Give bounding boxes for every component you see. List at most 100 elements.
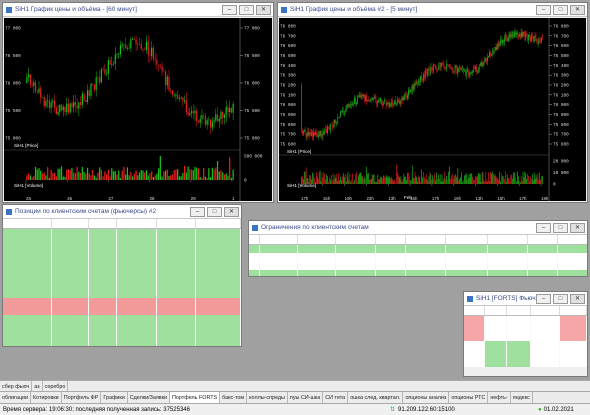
close-button[interactable]: ✕ <box>570 222 585 233</box>
order-book-cell[interactable] <box>559 349 587 359</box>
table-row[interactable] <box>3 323 241 333</box>
column-header[interactable] <box>405 235 446 245</box>
limits-window[interactable]: Ограничения по клиентским счетам – □ ✕ <box>248 220 588 277</box>
close-button[interactable]: ✕ <box>570 4 585 15</box>
order-book-cell[interactable] <box>484 315 508 324</box>
price-chart[interactable]: 77 000 77 000 76 500 76 500 76 000 76 000 75 5… <box>4 18 272 201</box>
workspace-tab[interactable]: Котировки <box>31 392 62 403</box>
order-book-cell[interactable] <box>559 323 587 333</box>
table-row[interactable] <box>3 245 241 255</box>
title-bar[interactable]: SiH1 График цены и объёма #2 - [5 минут]… <box>278 3 587 17</box>
order-book-cell[interactable] <box>464 315 485 324</box>
column-header[interactable] <box>195 219 241 229</box>
order-book-row[interactable] <box>464 323 587 333</box>
column-header[interactable] <box>51 219 90 229</box>
workspace-tab[interactable]: опционы РТС <box>449 392 489 403</box>
minimize-button[interactable]: – <box>222 4 237 15</box>
order-book-cell[interactable] <box>506 332 532 342</box>
order-book-cell[interactable] <box>530 315 560 324</box>
order-book-cell[interactable] <box>506 358 532 368</box>
workspace-tab[interactable]: коллы-спреды <box>247 392 288 403</box>
column-header[interactable] <box>464 306 485 316</box>
maximize-button[interactable]: □ <box>207 206 222 217</box>
column-header[interactable] <box>259 235 298 245</box>
order-book-row[interactable] <box>464 332 587 342</box>
chart-window-5min[interactable]: SiH1 График цены и объёма #2 - [5 минут]… <box>277 2 588 203</box>
column-header[interactable] <box>297 235 336 245</box>
workspace-tab[interactable]: Портфель ФР <box>62 392 102 403</box>
order-book-cell[interactable] <box>559 315 587 324</box>
table-row[interactable] <box>249 252 587 262</box>
table-row[interactable] <box>3 280 241 289</box>
workspace-tab[interactable]: пуы СИ-шка <box>288 392 324 403</box>
workspace-tab[interactable]: ошка след. квартал. <box>348 392 404 403</box>
order-book-cell[interactable] <box>464 358 485 368</box>
order-book-cell[interactable] <box>464 349 485 359</box>
close-button[interactable]: ✕ <box>570 293 585 304</box>
order-book-cell[interactable] <box>530 358 560 368</box>
maximize-button[interactable]: □ <box>553 222 568 233</box>
title-bar[interactable]: Позиции по клиентским счетам (фьючерсы) … <box>3 205 241 219</box>
table-row[interactable] <box>3 262 241 272</box>
workspace-tab[interactable]: яндекс <box>511 392 533 403</box>
title-bar[interactable]: Ограничения по клиентским счетам – □ ✕ <box>249 221 587 235</box>
order-book-cell[interactable] <box>484 358 508 368</box>
table-row[interactable] <box>3 236 241 246</box>
order-book-row[interactable] <box>464 315 587 324</box>
workspace-tab[interactable]: бакс-том <box>220 392 248 403</box>
positions-window[interactable]: Позиции по клиентским счетам (фьючерсы) … <box>2 204 242 347</box>
table-row[interactable] <box>249 261 587 271</box>
column-header[interactable] <box>88 219 118 229</box>
workspace-tab[interactable]: СИ тета <box>323 392 349 403</box>
table-row[interactable] <box>249 244 587 253</box>
table-row[interactable] <box>3 306 241 315</box>
order-book-table[interactable] <box>464 306 587 368</box>
order-book-cell[interactable] <box>464 332 485 342</box>
column-header[interactable] <box>527 235 558 245</box>
column-header[interactable] <box>487 235 528 245</box>
order-book-cell[interactable] <box>464 323 485 333</box>
title-bar[interactable]: SiH1 [FORTS] Фьюч... – □ ✕ <box>464 292 587 306</box>
column-header[interactable] <box>530 306 560 316</box>
order-book-cell[interactable] <box>484 349 508 359</box>
workspace-tab[interactable]: нефть- <box>488 392 511 403</box>
workspace-tab[interactable]: Портфель FORTS <box>170 392 221 403</box>
minimize-button[interactable]: – <box>536 222 551 233</box>
quotes-window[interactable]: SiH1 [FORTS] Фьюч... – □ ✕ <box>463 291 588 377</box>
table-row[interactable] <box>3 288 241 298</box>
table-row[interactable] <box>3 228 241 237</box>
workspace-tab[interactable]: Сделки/Заявки <box>128 392 171 403</box>
column-header[interactable] <box>3 219 52 229</box>
table-row[interactable] <box>3 297 241 307</box>
limits-table[interactable] <box>249 235 587 276</box>
positions-table[interactable] <box>3 219 241 346</box>
column-header[interactable] <box>156 219 196 229</box>
table-row[interactable] <box>3 271 241 281</box>
order-book-cell[interactable] <box>484 323 508 333</box>
order-book-cell[interactable] <box>530 349 560 359</box>
order-book-cell[interactable] <box>484 341 508 350</box>
minimize-button[interactable]: – <box>536 293 551 304</box>
workspace-tab[interactable]: облигации <box>0 392 31 403</box>
title-bar[interactable]: SiH1 График цены и объёма - [60 минут] –… <box>3 3 273 17</box>
close-button[interactable]: ✕ <box>256 4 271 15</box>
column-header[interactable] <box>484 306 508 316</box>
table-row[interactable] <box>3 314 241 324</box>
order-book-cell[interactable] <box>484 332 508 342</box>
table-row[interactable] <box>249 270 587 276</box>
order-book-cell[interactable] <box>506 315 532 324</box>
maximize-button[interactable]: □ <box>553 293 568 304</box>
order-book-cell[interactable] <box>530 332 560 342</box>
table-row[interactable] <box>3 340 241 346</box>
minimize-button[interactable]: – <box>190 206 205 217</box>
order-book-row[interactable] <box>464 341 587 350</box>
column-header[interactable] <box>116 219 158 229</box>
table-row[interactable] <box>3 254 241 263</box>
minimize-button[interactable]: – <box>536 4 551 15</box>
order-book-cell[interactable] <box>530 323 560 333</box>
maximize-button[interactable]: □ <box>553 4 568 15</box>
column-header[interactable] <box>375 235 406 245</box>
workspace-tab[interactable]: Графики <box>101 392 128 403</box>
workspace-tab[interactable]: опционы анализ <box>403 392 450 403</box>
order-book-cell[interactable] <box>506 349 532 359</box>
